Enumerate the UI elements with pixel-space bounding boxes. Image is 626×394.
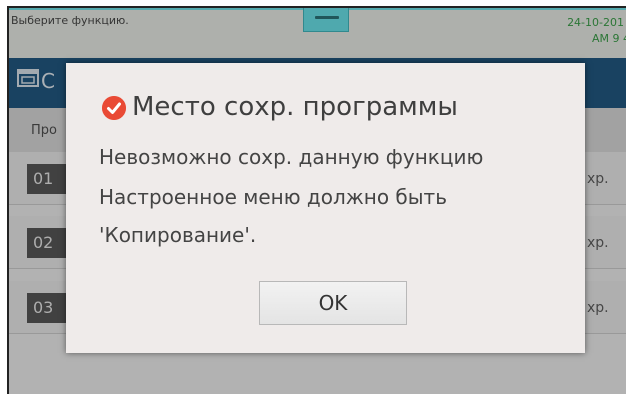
check-circle-icon	[102, 96, 126, 120]
device-screen: Выберите функцию. 24-10-201 AM 9 4 C Про…	[7, 6, 626, 394]
alert-dialog: Место сохр. программы Невозможно сохр. д…	[66, 63, 585, 353]
dialog-message-line: Настроенное меню должно быть	[99, 185, 447, 209]
frame-left-border	[7, 6, 9, 394]
dialog-message-line: Невозможно сохр. данную функцию	[99, 145, 484, 169]
dialog-message-line: 'Копирование'.	[99, 223, 257, 247]
dialog-title: Место сохр. программы	[132, 92, 458, 122]
frame-top-border	[7, 6, 626, 8]
ok-button[interactable]: OK	[259, 281, 407, 325]
